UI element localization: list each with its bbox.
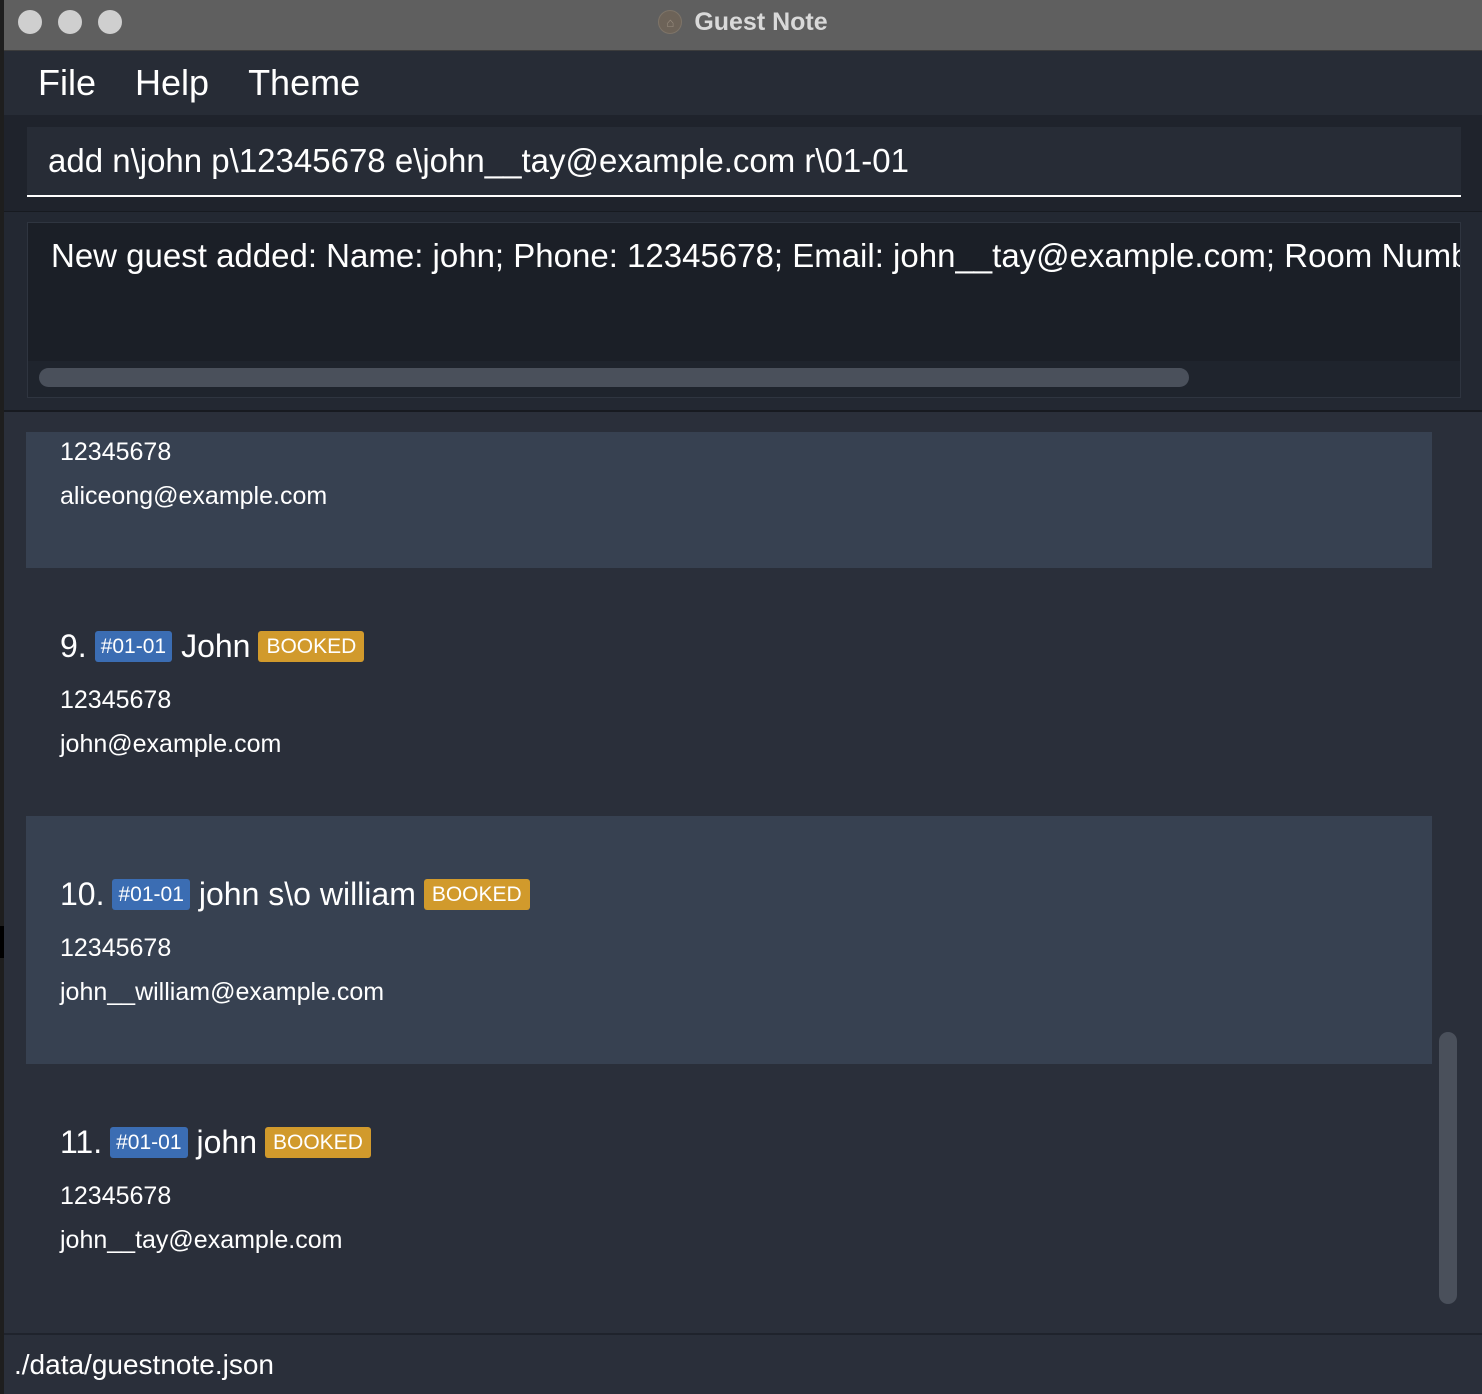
window-title: Guest Note [694, 7, 828, 36]
result-scroll-thumb[interactable] [39, 368, 1189, 387]
result-text: New guest added: Name: john; Phone: 1234… [51, 237, 1461, 274]
guest-card[interactable]: 11. #01-01 john BOOKED 12345678 john__ta… [26, 1064, 1432, 1312]
menu-file[interactable]: File [38, 62, 96, 104]
guest-index: 11. [60, 1123, 103, 1160]
guest-list-panel: 12345678 aliceong@example.com 9. #01-01 … [4, 412, 1482, 1332]
guest-index: 9. [60, 627, 87, 664]
guest-card[interactable]: 10. #01-01 john s\o william BOOKED 12345… [26, 816, 1432, 1064]
status-bar: ./data/guestnote.json [4, 1333, 1482, 1394]
guest-email: aliceong@example.com [60, 482, 328, 510]
command-panel: add n\john p\12345678 e\john__tay@exampl… [4, 115, 1482, 213]
guest-phone: 12345678 [60, 934, 172, 962]
guest-email: john__tay@example.com [60, 1226, 343, 1254]
guest-name: john s\o william [198, 875, 416, 912]
guest-list-scroll-thumb[interactable] [1439, 1032, 1457, 1304]
guest-email: john__william@example.com [60, 978, 385, 1006]
guest-card[interactable]: 12345678 aliceong@example.com [26, 432, 1432, 568]
status-badge: BOOKED [258, 630, 365, 662]
status-badge: BOOKED [423, 878, 530, 910]
data-file-path: ./data/guestnote.json [14, 1349, 274, 1380]
guest-phone: 12345678 [60, 686, 172, 714]
result-display[interactable]: New guest added: Name: john; Phone: 1234… [27, 222, 1461, 398]
menu-help[interactable]: Help [135, 62, 209, 104]
guest-list[interactable]: 12345678 aliceong@example.com 9. #01-01 … [26, 432, 1432, 1312]
status-badge: BOOKED [265, 1126, 371, 1158]
room-tag: #01-01 [112, 878, 190, 910]
guest-name: john [196, 1123, 258, 1160]
title-group: ⌂ Guest Note [4, 0, 1482, 44]
result-horizontal-scrollbar[interactable] [28, 361, 1460, 397]
guest-card-header: 10. #01-01 john s\o william BOOKED [60, 874, 530, 914]
menu-bar: File Help Theme [4, 51, 1482, 115]
guest-card-header: 11. #01-01 john BOOKED [60, 1122, 371, 1162]
app-window: ⌂ Guest Note File Help Theme add n\john … [4, 0, 1482, 1394]
room-tag: #01-01 [94, 630, 173, 662]
command-input[interactable]: add n\john p\12345678 e\john__tay@exampl… [27, 127, 1461, 197]
guest-card[interactable]: 9. #01-01 John BOOKED 12345678 john@exam… [26, 568, 1432, 816]
result-panel: New guest added: Name: john; Phone: 1234… [4, 212, 1482, 412]
home-icon: ⌂ [658, 10, 683, 34]
guest-name: John [181, 627, 251, 664]
guest-phone: 12345678 [60, 1182, 172, 1210]
guest-list-vertical-scrollbar[interactable] [1435, 432, 1459, 1312]
title-bar: ⌂ Guest Note [4, 0, 1482, 51]
guest-card-header: 9. #01-01 John BOOKED [60, 626, 365, 666]
guest-email: john@example.com [60, 730, 282, 758]
menu-theme[interactable]: Theme [248, 62, 360, 104]
guest-phone: 12345678 [60, 438, 172, 466]
guest-index: 10. [60, 875, 105, 912]
room-tag: #01-01 [110, 1126, 188, 1158]
